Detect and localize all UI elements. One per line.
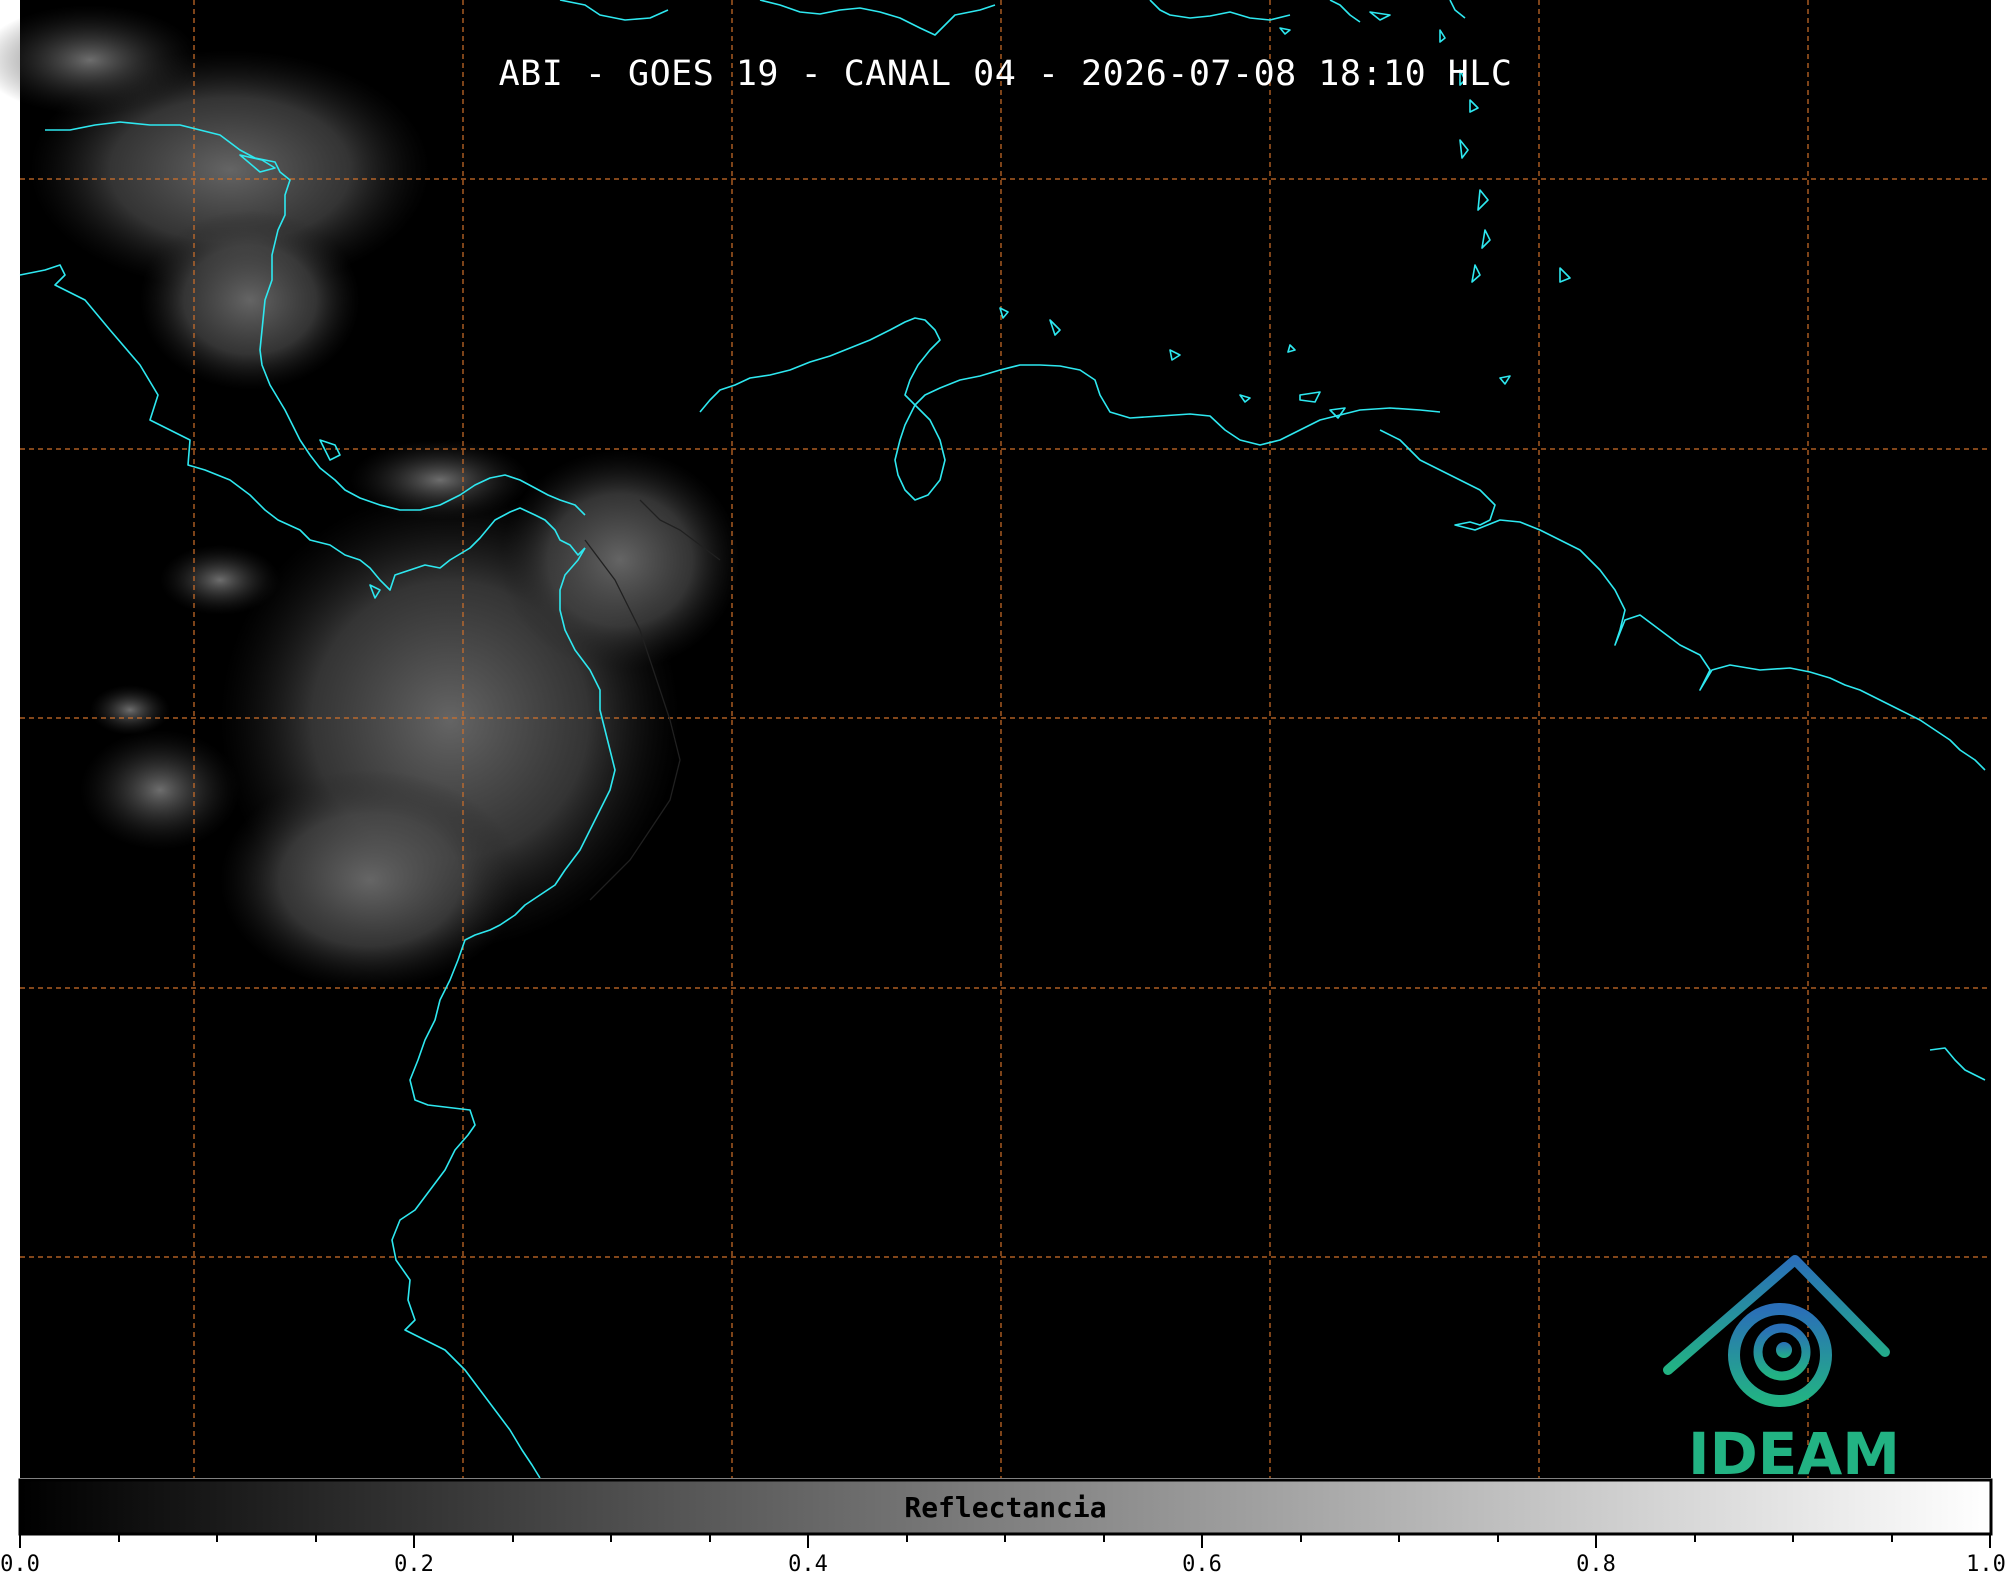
map-title: ABI - GOES 19 - CANAL 04 - 2026-07-08 18… (498, 54, 1513, 94)
colorbar-tick-label: 0.8 (1576, 1552, 1616, 1577)
colorbar-label: Reflectancia (904, 1491, 1107, 1524)
colorbar-tick-label: 0.4 (788, 1552, 828, 1577)
ideam-logo-text: IDEAM (1688, 1420, 1900, 1488)
colorbar-tick-label: 1.0 (1966, 1552, 2006, 1577)
colorbar-tick-label: 0.6 (1182, 1552, 1222, 1577)
colorbar-tick-label: 0.0 (0, 1552, 40, 1577)
satellite-map[interactable] (0, 0, 2011, 1577)
colorbar-tick-label: 0.2 (394, 1552, 434, 1577)
colorbar-ticks (19, 1534, 1991, 1548)
